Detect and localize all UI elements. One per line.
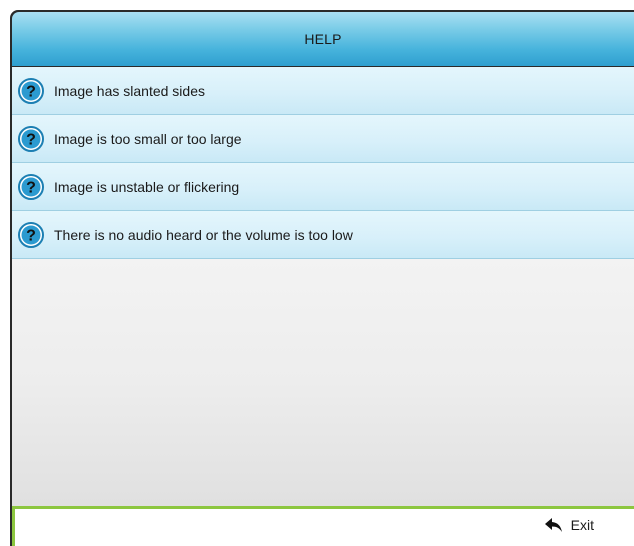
- help-item-slanted-sides[interactable]: ? Image has slanted sides: [12, 67, 634, 115]
- svg-text:?: ?: [26, 131, 36, 148]
- help-item-image-size[interactable]: ? Image is too small or too large: [12, 115, 634, 163]
- question-icon: ?: [18, 77, 44, 104]
- help-item-label: Image is unstable or flickering: [54, 178, 240, 195]
- menu-footer: Exit: [12, 506, 634, 546]
- osd-help-menu: HELP ? Image has slanted sides ? Image i…: [10, 10, 634, 546]
- svg-text:?: ?: [26, 179, 36, 196]
- question-icon: ?: [18, 125, 44, 152]
- return-arrow-icon: [544, 518, 562, 532]
- help-item-unstable-image[interactable]: ? Image is unstable or flickering: [12, 163, 634, 211]
- menu-title: HELP: [304, 31, 342, 47]
- exit-label: Exit: [570, 517, 594, 533]
- help-item-label: There is no audio heard or the volume is…: [54, 226, 353, 243]
- exit-button[interactable]: Exit: [544, 517, 594, 533]
- help-topic-list: ? Image has slanted sides ? Image is too…: [12, 67, 634, 259]
- question-icon: ?: [18, 173, 44, 200]
- help-item-no-audio[interactable]: ? There is no audio heard or the volume …: [12, 211, 634, 259]
- svg-text:?: ?: [26, 83, 36, 100]
- help-item-label: Image has slanted sides: [54, 82, 205, 99]
- svg-text:?: ?: [26, 227, 36, 244]
- help-item-label: Image is too small or too large: [54, 130, 242, 147]
- question-icon: ?: [18, 221, 44, 248]
- menu-empty-area: [12, 259, 634, 506]
- menu-header: HELP: [12, 12, 634, 66]
